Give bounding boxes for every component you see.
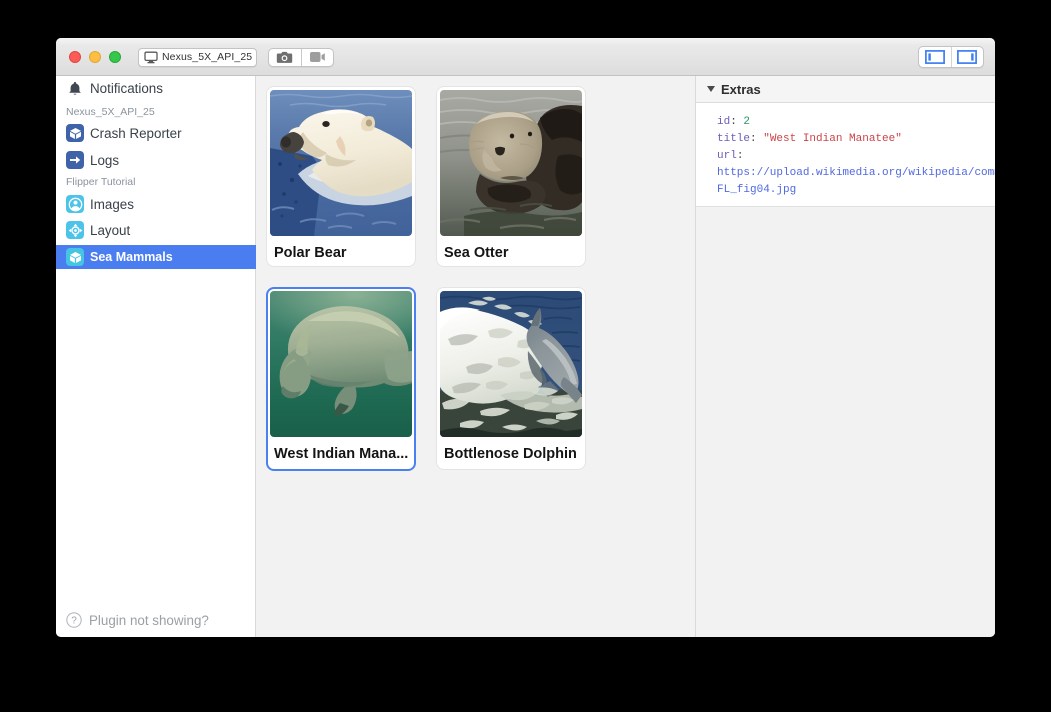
svg-text:?: ?	[71, 616, 77, 627]
